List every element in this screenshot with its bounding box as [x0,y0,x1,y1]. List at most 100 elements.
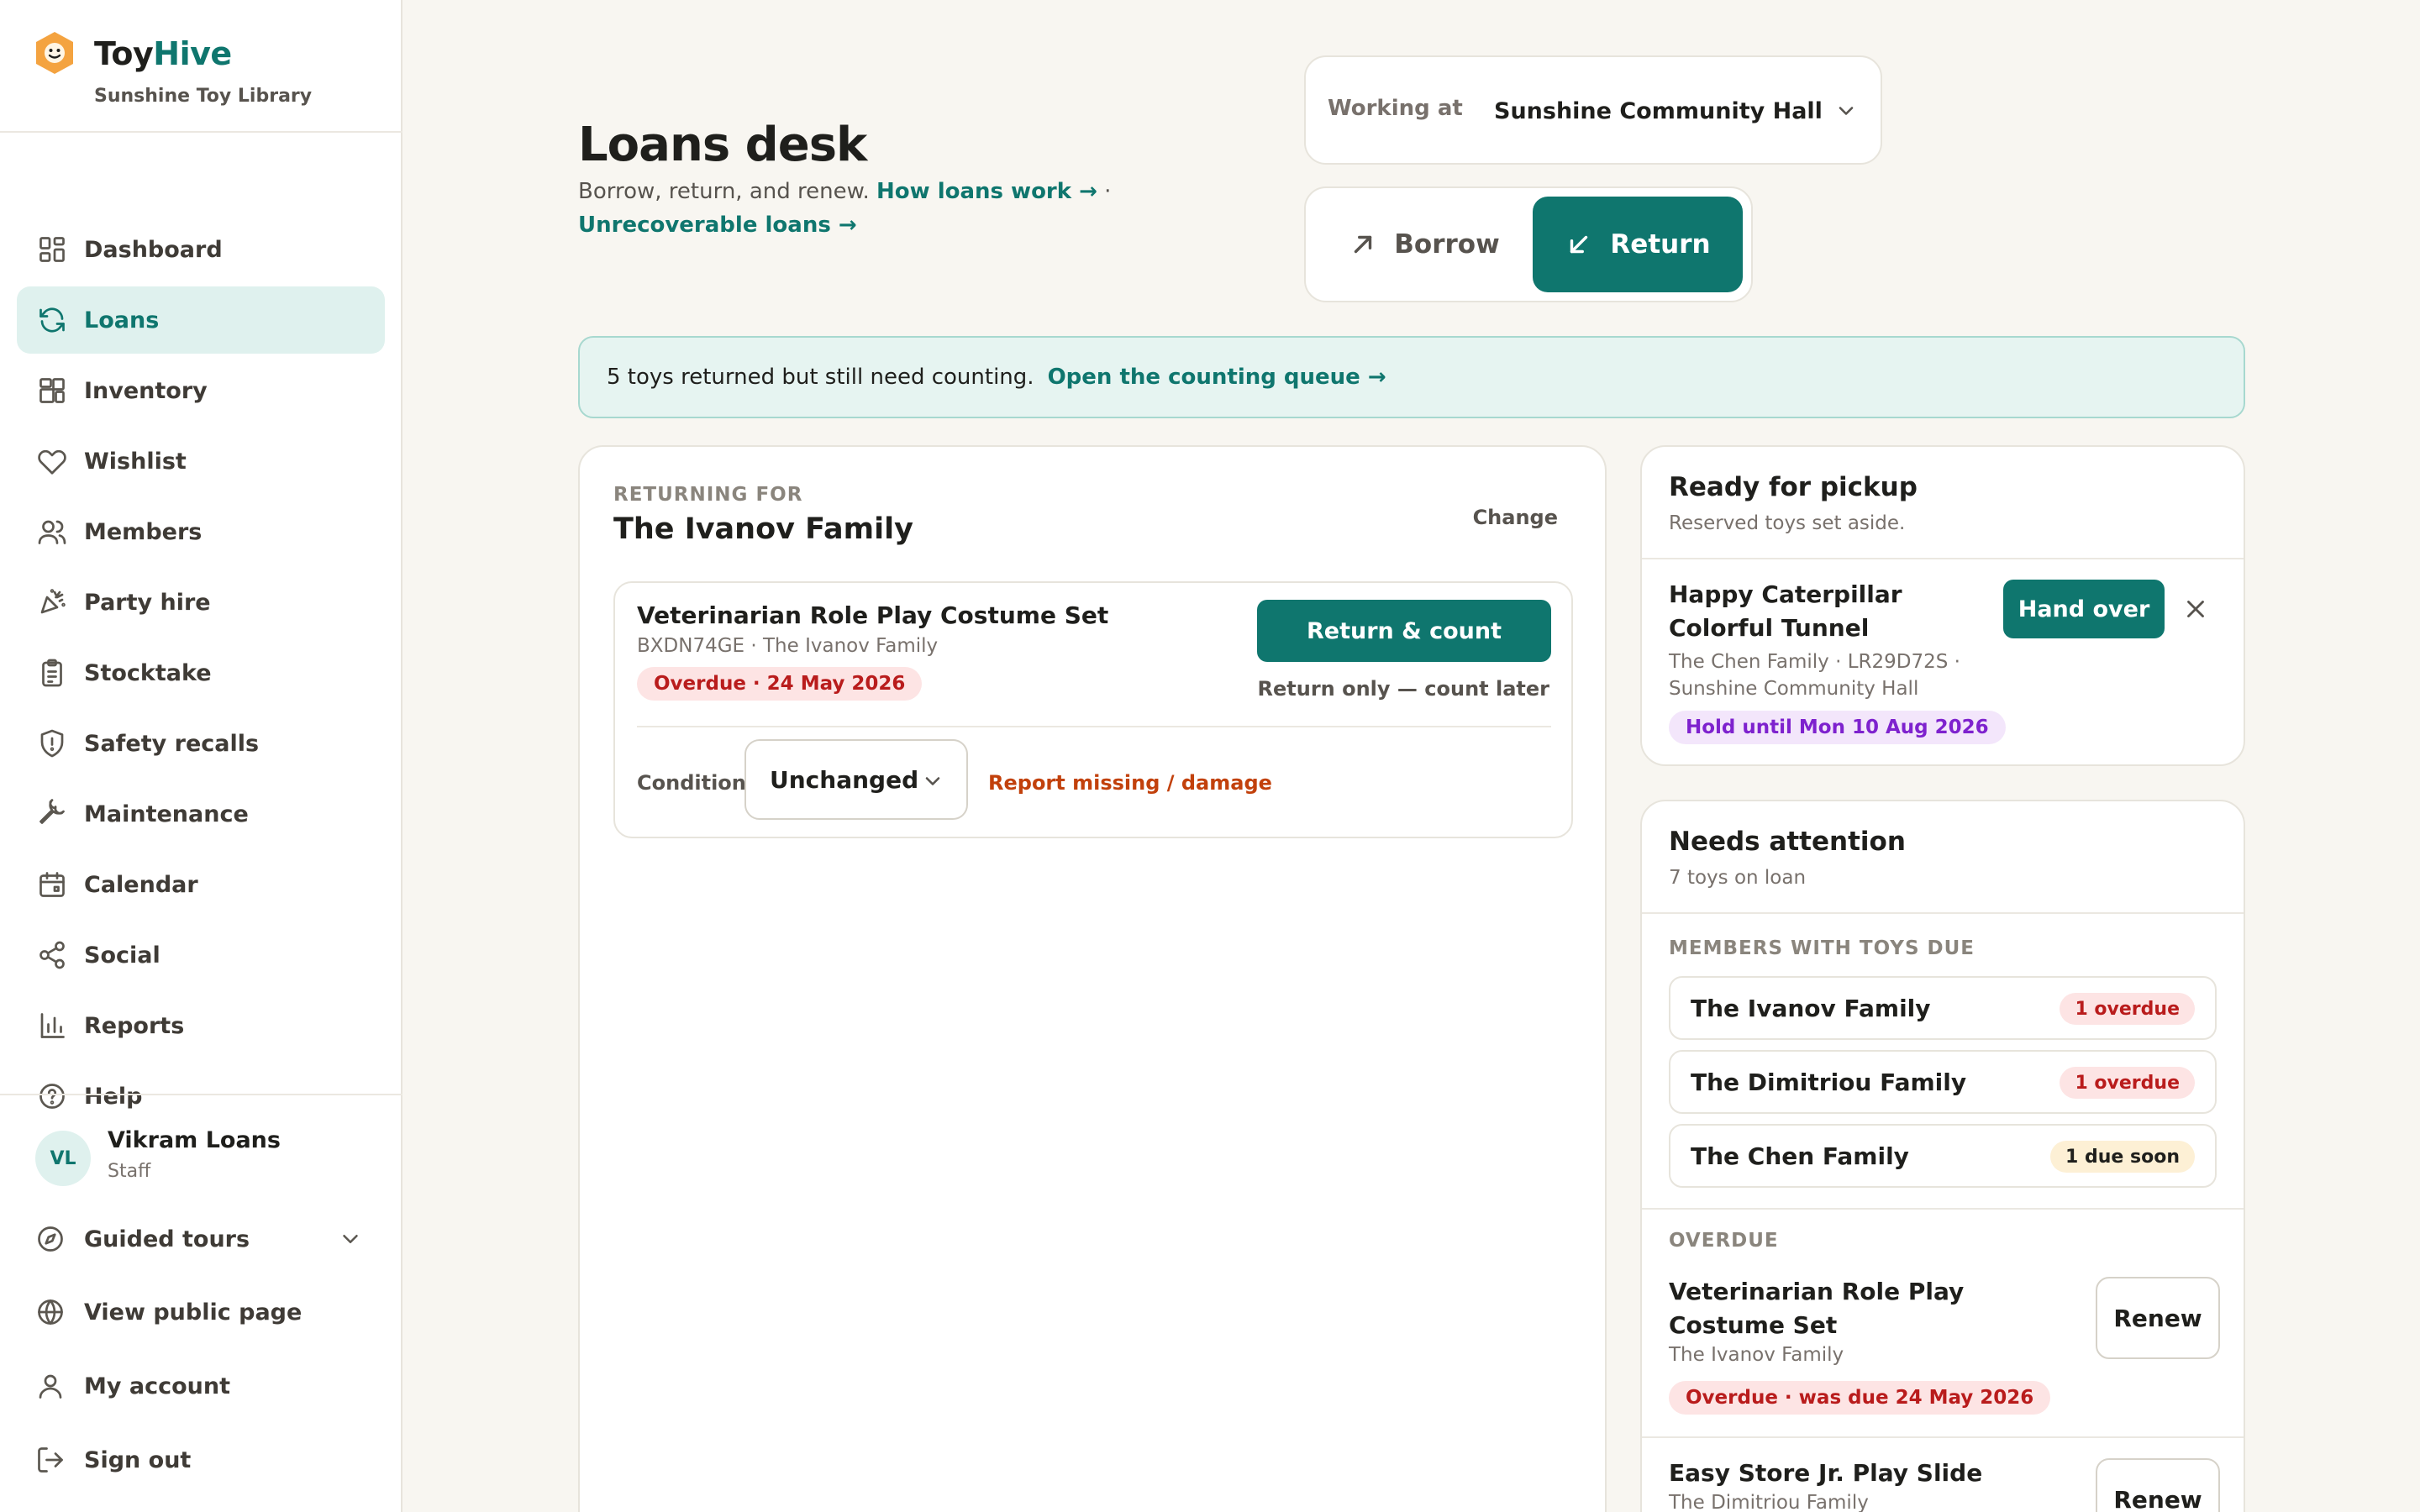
sidebar-item-wishlist[interactable]: Wishlist [17,428,385,495]
my-account-link[interactable]: My account [35,1361,371,1411]
card-divider [1642,1208,2244,1210]
loan-divider [637,726,1551,727]
card-divider [1642,1436,2244,1438]
sidebar-item-members[interactable]: Members [17,498,385,565]
sidebar-item-loans[interactable]: Loans [17,286,385,354]
view-public-page-link[interactable]: View public page [35,1287,371,1337]
overdue-badge: Overdue · was due 24 May 2026 [1669,1381,2051,1415]
overdue-toy-title: Veterinarian Role Play Costume Set [1669,1278,1965,1339]
card-divider [1642,912,2244,914]
sidebar-item-label: Maintenance [84,801,249,827]
overdue-toy-member: The Dimitriou Family [1669,1492,1869,1512]
location-select[interactable]: Sunshine Community Hall [1494,82,1864,139]
sidebar-item-reports[interactable]: Reports [17,992,385,1059]
loans-icon [37,305,67,335]
dashboard-icon [37,234,67,265]
attention-title: Needs attention [1669,827,1906,857]
sidebar-item-party-hire[interactable]: Party hire [17,569,385,636]
compass-icon [35,1224,66,1254]
pickup-toy-meta: The Chen Family · LR29D72S · Sunshine Co… [1669,651,1960,700]
wrench-icon [37,799,67,829]
sidebar-item-calendar[interactable]: Calendar [17,851,385,918]
unrecoverable-loans-link[interactable]: Unrecoverable loans → [578,213,857,238]
overdue-toy-member: The Ivanov Family [1669,1344,1844,1366]
member-due-row[interactable]: The Dimitriou Family 1 overdue [1669,1050,2217,1114]
change-member-button[interactable]: Change [1473,506,1558,529]
pickup-subtitle: Reserved toys set aside. [1669,512,1906,534]
page-subtitle: Borrow, return, and renew. How loans wor… [578,175,1276,242]
sidebar-item-social[interactable]: Social [17,921,385,989]
returning-card: RETURNING FOR The Ivanov Family Change V… [578,445,1607,1512]
sidebar-item-safety-recalls[interactable]: Safety recalls [17,710,385,777]
help-icon [37,1081,67,1111]
mode-toggle: Borrow Return [1304,186,1753,302]
location-value: Sunshine Community Hall [1494,97,1823,124]
attention-subtitle: 7 toys on loan [1669,867,1807,889]
working-at-panel: Working at Sunshine Community Hall [1304,55,1882,165]
avatar: VL [35,1131,91,1186]
status-badge-wrap: 1 due soon [2050,1141,2195,1173]
sidebar-item-label: Help [84,1083,143,1110]
my-account-label: My account [84,1373,230,1399]
status-badge: 1 overdue [2060,1067,2195,1099]
chevron-down-icon [338,1226,363,1252]
return-and-count-button[interactable]: Return & count [1257,600,1551,662]
sidebar-item-label: Loans [84,307,160,333]
sidebar-item-dashboard[interactable]: Dashboard [17,216,385,283]
members-due-label: MEMBERS WITH TOYS DUE [1669,937,1975,959]
status-badge: 1 overdue [2060,993,2195,1025]
hold-until-badge: Hold until Mon 10 Aug 2026 [1669,711,2006,744]
chevron-down-icon [921,769,944,793]
returning-for-label: RETURNING FOR [613,484,803,506]
needs-attention-card: Needs attention 7 toys on loan MEMBERS W… [1640,800,2245,1512]
view-public-page-label: View public page [84,1299,302,1326]
counting-queue-link[interactable]: Open the counting queue → [1048,365,1386,390]
sidebar-item-stocktake[interactable]: Stocktake [17,639,385,706]
brand-name: ToyHive [94,35,232,72]
sidebar-item-label: Party hire [84,589,211,616]
how-loans-work-link[interactable]: How loans work → [876,179,1097,204]
close-icon[interactable] [2181,595,2210,623]
sidebar-item-label: Reports [84,1012,185,1039]
sidebar-item-help[interactable]: Help [17,1063,385,1130]
member-due-row[interactable]: The Chen Family 1 due soon [1669,1124,2217,1188]
hand-over-button[interactable]: Hand over [2003,580,2165,638]
party-icon [37,587,67,617]
returning-member-name: The Ivanov Family [613,512,913,546]
borrow-label: Borrow [1394,229,1500,260]
sidebar: ToyHive Sunshine Toy Library Dashboard Lo… [0,0,402,1512]
sidebar-item-label: Inventory [84,377,208,404]
overdue-badge: Overdue · 24 May 2026 [637,667,923,701]
borrow-mode-button[interactable]: Borrow [1318,197,1531,292]
user-profile[interactable]: VL Vikram Loans Staff [35,1126,371,1193]
loan-toy-meta: BXDN74GE · The Ivanov Family [637,635,939,657]
share-icon [37,940,67,970]
condition-select[interactable]: Unchanged [744,739,968,820]
clipboard-icon [37,658,67,688]
counting-banner: 5 toys returned but still need counting.… [578,336,2245,418]
renew-button[interactable]: Renew [2096,1458,2220,1512]
member-name: The Chen Family [1691,1142,1909,1170]
library-name: Sunshine Toy Library [94,86,313,107]
report-missing-damage-link[interactable]: Report missing / damage [988,771,1272,795]
ready-for-pickup-card: Ready for pickup Reserved toys set aside… [1640,445,2245,766]
return-label: Return [1610,229,1711,260]
page-title: Loans desk [578,118,867,172]
sidebar-item-label: Safety recalls [84,730,260,757]
member-name: The Ivanov Family [1691,995,1931,1022]
return-mode-button[interactable]: Return [1533,197,1743,292]
member-due-row[interactable]: The Ivanov Family 1 overdue [1669,976,2217,1040]
sign-out-link[interactable]: Sign out [35,1435,371,1485]
toyhive-logo-icon [34,30,76,76]
subtitle-text: Borrow, return, and renew. [578,179,870,204]
inventory-icon [37,375,67,406]
globe-icon [35,1297,66,1327]
sidebar-item-label: Members [84,518,203,545]
user-role: Staff [108,1161,151,1182]
status-badge: 1 due soon [2050,1141,2195,1173]
renew-button[interactable]: Renew [2096,1277,2220,1359]
sidebar-item-maintenance[interactable]: Maintenance [17,780,385,848]
sidebar-item-inventory[interactable]: Inventory [17,357,385,424]
return-only-link[interactable]: Return only — count later [1258,677,1549,701]
guided-tours-toggle[interactable]: Guided tours [35,1214,371,1264]
